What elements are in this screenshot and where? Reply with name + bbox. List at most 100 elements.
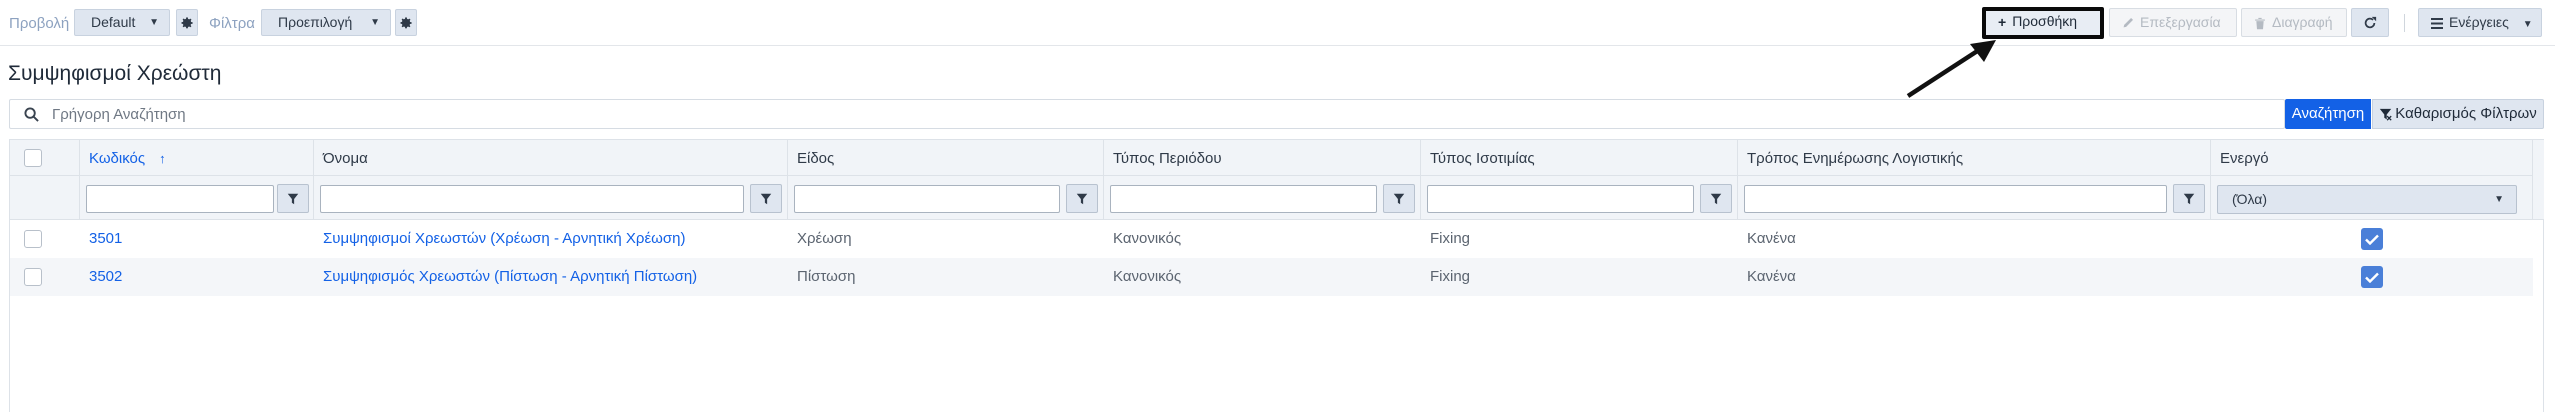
column-header-period-type-label: Τύπος Περιόδου bbox=[1113, 150, 1222, 167]
row-name-link[interactable]: Συμψηφισμοί Χρεωστών (Χρέωση - Αρνητική … bbox=[323, 230, 685, 247]
column-header-active[interactable]: Ενεργό bbox=[2211, 140, 2533, 175]
column-header-period-type[interactable]: Τύπος Περιόδου bbox=[1104, 140, 1421, 175]
column-header-code-label: Κωδικός bbox=[89, 150, 146, 167]
filter-input-kind[interactable] bbox=[794, 185, 1060, 213]
add-button[interactable]: + Προσθήκη bbox=[1982, 7, 2104, 39]
select-all-checkbox[interactable] bbox=[24, 149, 42, 167]
filter-input-rate-type[interactable] bbox=[1427, 185, 1694, 213]
filter-select[interactable]: Προεπιλογή ▼ bbox=[261, 9, 391, 36]
filter-cell-code bbox=[80, 176, 314, 219]
row-rate-type: Fixing bbox=[1430, 230, 1471, 247]
filter-input-period-type[interactable] bbox=[1110, 185, 1377, 213]
arrow-up-icon: ↑ bbox=[159, 151, 166, 166]
filter-empty-cell bbox=[10, 176, 80, 219]
refresh-icon bbox=[2364, 16, 2377, 28]
grid-filter-row: (Όλα) ▼ bbox=[10, 176, 2533, 220]
delete-button[interactable]: Διαγραφή bbox=[2241, 8, 2347, 37]
table-row[interactable]: 3502 Συμψηφισμός Χρεωστών (Πίστωση - Αρν… bbox=[10, 258, 2533, 296]
filter-input-name[interactable] bbox=[320, 185, 744, 213]
table-row[interactable]: 3501 Συμψηφισμοί Χρεωστών (Χρέωση - Αρνη… bbox=[10, 220, 2533, 258]
view-select[interactable]: Default ▼ bbox=[74, 9, 170, 36]
filter-settings-button[interactable] bbox=[395, 9, 417, 36]
row-period-type: Κανονικός bbox=[1113, 268, 1182, 285]
column-header-name-label: Όνομα bbox=[323, 150, 368, 167]
column-header-name[interactable]: Όνομα bbox=[314, 140, 788, 175]
filter-select-active-value: (Όλα) bbox=[2232, 191, 2268, 207]
annotation-arrow-icon bbox=[1906, 40, 1996, 98]
cell-name: Συμψηφισμός Χρεωστών (Πίστωση - Αρνητική… bbox=[314, 258, 788, 296]
filter-input-accounting[interactable] bbox=[1744, 185, 2167, 213]
cell-accounting: Κανένα bbox=[1738, 258, 2211, 296]
caret-down-icon: ▼ bbox=[2494, 194, 2504, 205]
row-select-cell bbox=[10, 220, 80, 258]
active-checkbox[interactable] bbox=[2361, 266, 2383, 288]
filter-button-period-type[interactable] bbox=[1383, 184, 1415, 213]
grid-header-scroll-gutter bbox=[2533, 139, 2544, 220]
clear-filters-button[interactable]: Καθαρισμός Φίλτρων bbox=[2372, 99, 2544, 129]
filter-button-kind[interactable] bbox=[1066, 184, 1098, 213]
filter-cell-kind bbox=[788, 176, 1104, 219]
row-accounting: Κανένα bbox=[1747, 230, 1796, 247]
view-label: Προβολή bbox=[9, 15, 70, 32]
search-icon bbox=[24, 107, 39, 122]
filter-button-accounting[interactable] bbox=[2173, 184, 2205, 213]
data-grid: Κωδικός ↑ Όνομα Είδος Τύπος Περιόδου Τύπο… bbox=[9, 139, 2544, 412]
cell-period-type: Κανονικός bbox=[1104, 258, 1421, 296]
quick-search-input[interactable] bbox=[52, 100, 2252, 128]
toolbar-divider bbox=[2404, 14, 2405, 32]
refresh-button[interactable] bbox=[2351, 8, 2389, 37]
filter-label: Φίλτρα bbox=[209, 15, 255, 32]
column-header-active-label: Ενεργό bbox=[2220, 150, 2269, 167]
add-button-label: Προσθήκη bbox=[2012, 13, 2078, 29]
trash-icon bbox=[2255, 17, 2265, 29]
column-header-rate-type[interactable]: Τύπος Ισοτιμίας bbox=[1421, 140, 1738, 175]
funnel-icon bbox=[760, 193, 772, 204]
cell-rate-type: Fixing bbox=[1421, 220, 1738, 258]
caret-down-icon: ▼ bbox=[2522, 19, 2533, 30]
actions-menu-label: Ενέργειες bbox=[2449, 14, 2509, 30]
grid-header-row: Κωδικός ↑ Όνομα Είδος Τύπος Περιόδου Τύπο… bbox=[10, 139, 2533, 176]
row-checkbox[interactable] bbox=[24, 230, 42, 248]
cell-code: 3502 bbox=[80, 258, 314, 296]
filter-cell-period-type bbox=[1104, 176, 1421, 219]
filter-button-rate-type[interactable] bbox=[1700, 184, 1732, 213]
column-header-accounting[interactable]: Τρόπος Ενημέρωσης Λογιστικής bbox=[1738, 140, 2211, 175]
row-code-link[interactable]: 3502 bbox=[89, 268, 122, 285]
gear-icon bbox=[400, 16, 412, 28]
view-select-value: Default bbox=[91, 14, 136, 30]
row-name-link[interactable]: Συμψηφισμός Χρεωστών (Πίστωση - Αρνητική… bbox=[323, 268, 697, 285]
row-checkbox[interactable] bbox=[24, 268, 42, 286]
row-rate-type: Fixing bbox=[1430, 268, 1471, 285]
column-header-accounting-label: Τρόπος Ενημέρωσης Λογιστικής bbox=[1747, 150, 1964, 167]
page-title: Συμψηφισμοί Χρεώστη bbox=[8, 62, 222, 85]
cell-kind: Χρέωση bbox=[788, 220, 1104, 258]
check-icon bbox=[2365, 234, 2379, 245]
pencil-icon bbox=[2123, 18, 2134, 28]
funnel-icon bbox=[1076, 193, 1088, 204]
column-header-kind[interactable]: Είδος bbox=[788, 140, 1104, 175]
top-toolbar: Προβολή Default ▼ Φίλτρα Προεπιλογή ▼ + Π… bbox=[0, 0, 2555, 46]
filter-input-code[interactable] bbox=[86, 185, 274, 213]
filter-button-code[interactable] bbox=[277, 184, 309, 213]
view-settings-button[interactable] bbox=[176, 9, 198, 36]
delete-button-label: Διαγραφή bbox=[2272, 14, 2333, 30]
active-checkbox[interactable] bbox=[2361, 228, 2383, 250]
row-kind: Πίστωση bbox=[797, 268, 856, 285]
filter-select-active[interactable]: (Όλα) ▼ bbox=[2217, 185, 2517, 214]
filter-cell-active: (Όλα) ▼ bbox=[2211, 176, 2533, 219]
edit-button[interactable]: Επεξεργασία bbox=[2109, 8, 2237, 37]
gear-icon bbox=[181, 16, 193, 28]
column-header-code[interactable]: Κωδικός ↑ bbox=[80, 140, 314, 175]
funnel-icon bbox=[287, 193, 299, 204]
cell-active bbox=[2211, 220, 2533, 258]
cell-name: Συμψηφισμοί Χρεωστών (Χρέωση - Αρνητική … bbox=[314, 220, 788, 258]
actions-menu-button[interactable]: Ενέργειες ▼ bbox=[2418, 8, 2542, 37]
cell-rate-type: Fixing bbox=[1421, 258, 1738, 296]
row-accounting: Κανένα bbox=[1747, 268, 1796, 285]
row-code-link[interactable]: 3501 bbox=[89, 230, 122, 247]
cell-code: 3501 bbox=[80, 220, 314, 258]
search-button[interactable]: Αναζήτηση bbox=[2285, 99, 2371, 129]
column-header-kind-label: Είδος bbox=[797, 150, 835, 167]
filter-button-name[interactable] bbox=[750, 184, 782, 213]
check-icon bbox=[2365, 272, 2379, 283]
